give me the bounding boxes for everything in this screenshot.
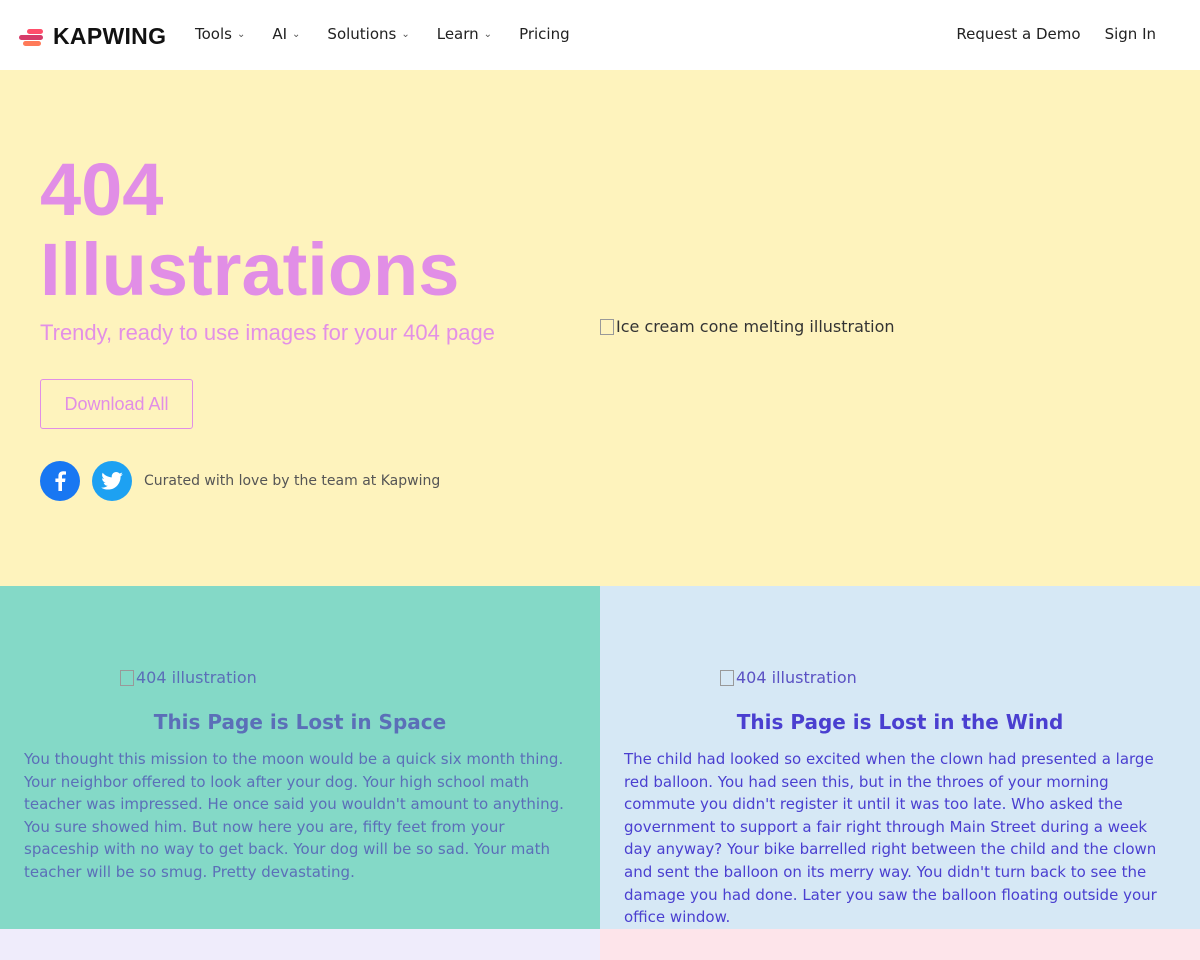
hero-illustration: Ice cream cone melting illustration <box>600 317 895 336</box>
card-description: You thought this mission to the moon wou… <box>24 750 564 881</box>
chevron-down-icon: ⌄ <box>401 28 410 40</box>
broken-image-icon <box>720 669 734 686</box>
broken-image-icon <box>600 318 614 335</box>
facebook-icon <box>55 471 66 491</box>
curated-text: Curated with love by the team at Kapwing <box>144 473 441 489</box>
title-line-1: 404 <box>40 148 164 231</box>
request-demo-link[interactable]: Request a Demo <box>956 25 1080 43</box>
twitter-share-button[interactable] <box>92 461 132 501</box>
title-line-2: Illustrations <box>40 228 460 311</box>
nav-item-ai[interactable]: AI ⌄ <box>272 25 300 43</box>
card-illustration: 404 illustration <box>720 668 857 687</box>
nav-item-pricing[interactable]: Pricing <box>519 25 570 43</box>
hero-section: 404 Illustrations Trendy, ready to use i… <box>0 70 1200 586</box>
twitter-icon <box>101 472 123 490</box>
nav-item-label: AI <box>272 25 288 43</box>
card-illustration-alt: 404 illustration <box>736 668 857 687</box>
kapwing-logo[interactable]: KAPWING <box>19 23 166 50</box>
card-illustration-alt: 404 illustration <box>136 668 257 687</box>
nav-item-learn[interactable]: Learn ⌄ <box>437 25 492 43</box>
card-lost-in-wind: 404 illustration This Page is Lost in th… <box>600 586 1200 929</box>
card-lost-in-space: 404 illustration This Page is Lost in Sp… <box>0 586 600 929</box>
card-description: The child had looked so excited when the… <box>624 750 1157 927</box>
facebook-share-button[interactable] <box>40 461 80 501</box>
card-title: This Page is Lost in Space <box>153 710 447 734</box>
sign-in-link[interactable]: Sign In <box>1105 25 1156 43</box>
chevron-down-icon: ⌄ <box>236 28 246 40</box>
nav-right: Request a Demo Sign In <box>956 25 1156 43</box>
nav-item-label: Solutions <box>327 25 397 43</box>
chevron-down-icon: ⌄ <box>483 28 493 40</box>
kapwing-logo-icon <box>19 26 45 48</box>
nav-item-solutions[interactable]: Solutions ⌄ <box>327 25 409 43</box>
next-card-right <box>600 929 1200 960</box>
brand-name: KAPWING <box>53 23 167 49</box>
nav-item-tools[interactable]: Tools ⌄ <box>195 25 245 43</box>
nav-item-label: Tools <box>195 25 232 43</box>
nav-item-label: Learn <box>436 25 479 43</box>
nav-item-label: Pricing <box>519 25 570 43</box>
nav-links: Tools ⌄ AI ⌄ Solutions ⌄ Learn ⌄ Pricing <box>195 25 597 43</box>
top-nav: KAPWING Tools ⌄ AI ⌄ Solutions ⌄ Learn ⌄… <box>0 0 1200 70</box>
social-share: Curated with love by the team at Kapwing <box>40 461 440 501</box>
hero-subtitle: Trendy, ready to use images for your 404… <box>40 320 495 345</box>
page-title: 404 Illustrations <box>40 150 459 310</box>
card-illustration: 404 illustration <box>120 668 257 687</box>
next-card-left <box>0 929 600 960</box>
chevron-down-icon: ⌄ <box>292 28 301 40</box>
hero-illustration-alt: Ice cream cone melting illustration <box>616 317 895 336</box>
card-title: This Page is Lost in the Wind <box>736 710 1064 734</box>
broken-image-icon <box>120 669 134 686</box>
download-all-button[interactable]: Download All <box>40 379 193 429</box>
